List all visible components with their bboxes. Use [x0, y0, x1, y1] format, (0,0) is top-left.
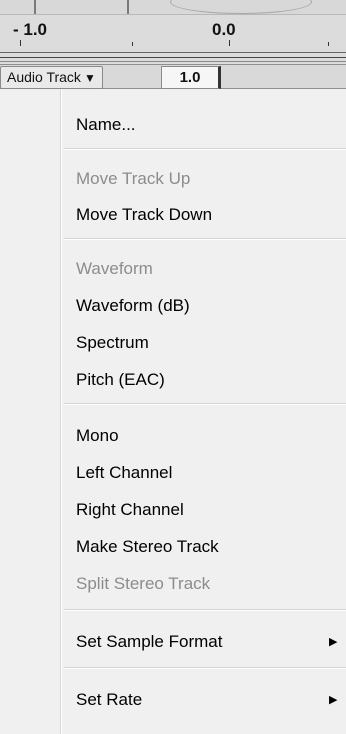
chevron-down-icon: ▼ [83, 71, 96, 85]
menu-separator [64, 609, 346, 611]
chevron-right-icon: ▶ [329, 694, 338, 706]
menu-item-split-stereo-track: Split Stereo Track [76, 574, 211, 593]
chevron-right-icon: ▶ [329, 636, 338, 648]
menu-item-mono[interactable]: Mono [76, 421, 346, 451]
menu-separator [64, 403, 346, 405]
ruler-tick [328, 42, 329, 46]
menu-item-set-sample-format[interactable]: Set Sample Format ▶ [76, 627, 346, 657]
track-name-label: Audio Track [7, 69, 81, 85]
ruler-tick [229, 40, 230, 46]
menu-item-pitch-eac[interactable]: Pitch (EAC) [76, 365, 346, 395]
track-control-bar: Audio Track ▼ 1.0 [0, 64, 346, 89]
gain-value-field[interactable]: 1.0 [161, 66, 221, 89]
menu-separator [64, 238, 346, 240]
ruler-divider [0, 52, 346, 53]
menu-separator [64, 148, 346, 150]
menu-item-move-track-up: Move Track Up [76, 169, 191, 188]
menu-item-waveform-db[interactable]: Waveform (dB) [76, 291, 346, 321]
menu-item-label: Set Rate [76, 690, 143, 709]
ruler-marker [127, 0, 129, 14]
menu-item-name[interactable]: Name... [76, 110, 346, 140]
ruler-tick [132, 42, 133, 46]
menu-item-right-channel[interactable]: Right Channel [76, 495, 346, 525]
menu-item-move-track-down[interactable]: Move Track Down [76, 200, 346, 230]
timeline-ruler: - 1.0 0.0 [0, 0, 346, 64]
track-dropdown-menu: Name... Move Track Up Move Track Down Wa… [0, 89, 346, 734]
menu-item-label: Set Sample Format [76, 632, 223, 651]
menu-item-waveform: Waveform [76, 259, 153, 278]
menu-item-make-stereo-track[interactable]: Make Stereo Track [76, 532, 346, 562]
menu-item-set-rate[interactable]: Set Rate ▶ [76, 685, 346, 715]
menu-gutter-highlight [61, 89, 62, 734]
menu-separator [64, 667, 346, 669]
ruler-divider [0, 61, 346, 62]
menu-item-left-channel[interactable]: Left Channel [76, 458, 346, 488]
track-name-menu-button[interactable]: Audio Track ▼ [0, 66, 103, 89]
menu-item-spectrum[interactable]: Spectrum [76, 328, 346, 358]
ruler-tick [20, 40, 21, 46]
playhead-marker [34, 0, 36, 14]
ruler-label-minus-one: - 1.0 [13, 20, 48, 39]
ruler-divider [0, 57, 346, 58]
ruler-label-zero: 0.0 [212, 20, 236, 39]
